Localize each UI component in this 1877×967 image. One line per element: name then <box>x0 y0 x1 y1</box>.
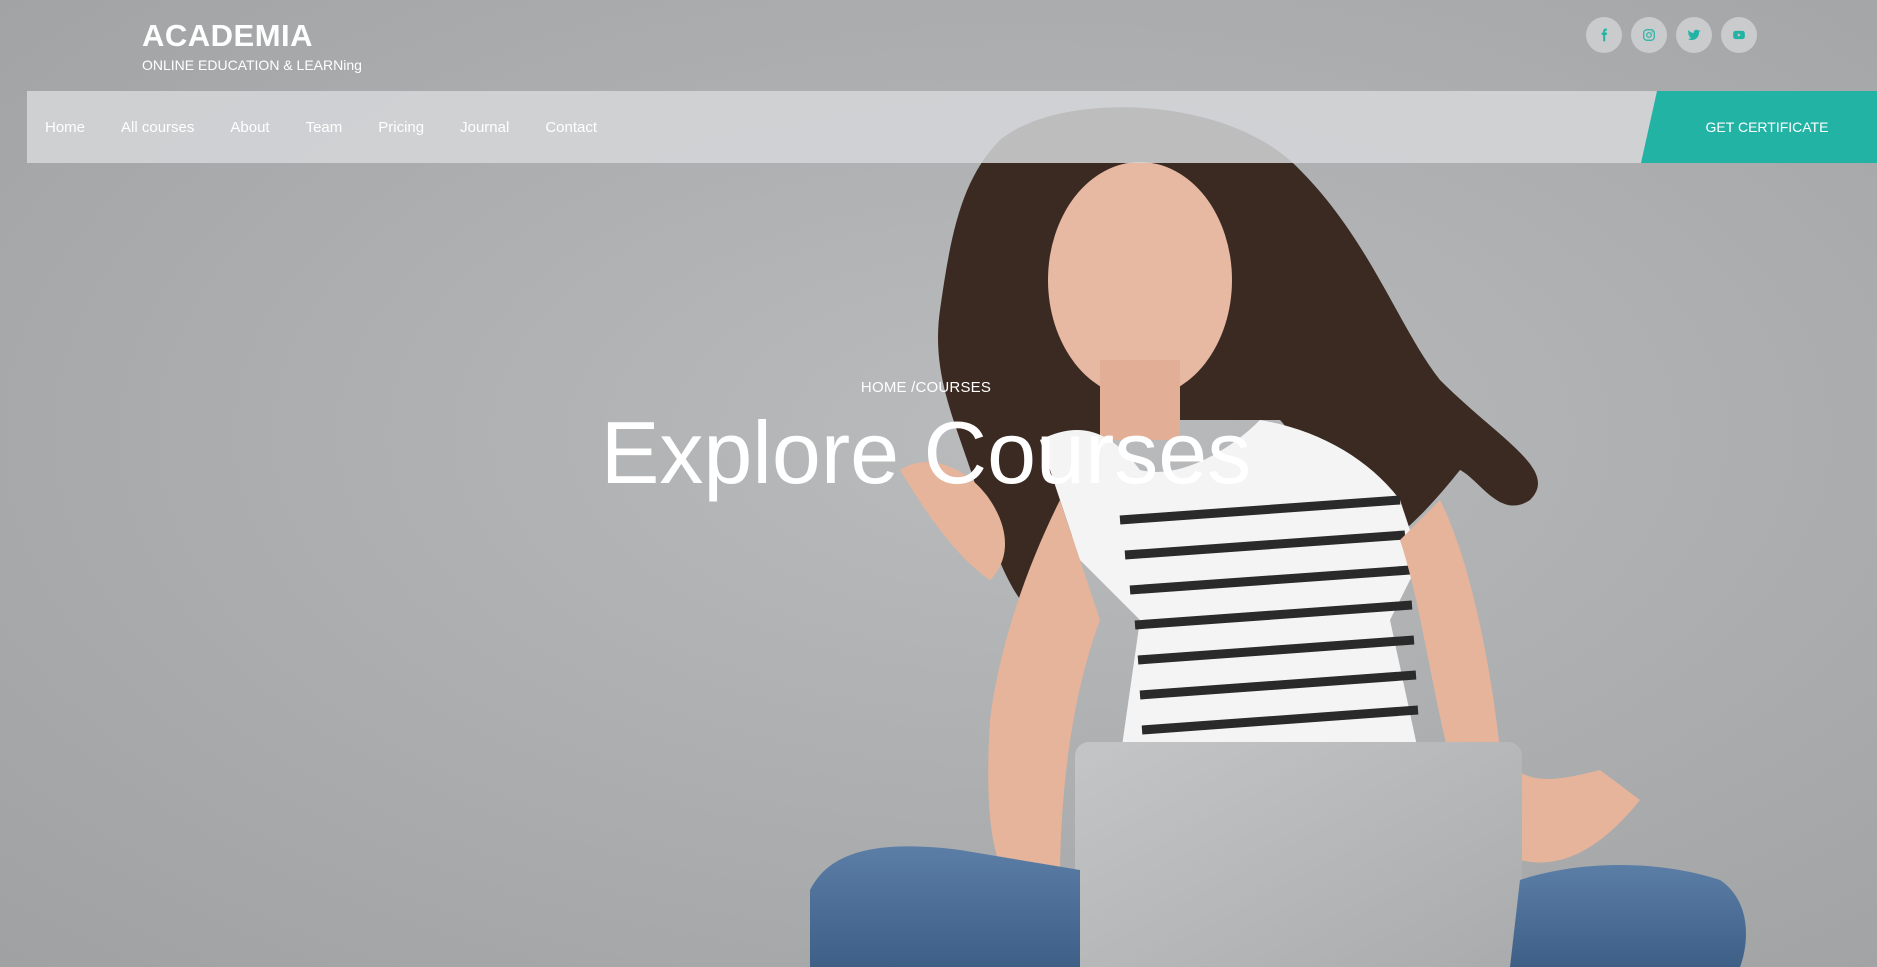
nav-item-team[interactable]: Team <box>306 119 343 136</box>
breadcrumb: HOME /COURSES <box>0 379 1852 396</box>
get-certificate-button[interactable]: GET CERTIFICATE <box>1641 91 1877 163</box>
site-tagline: ONLINE EDUCATION & LEARNing <box>142 57 362 73</box>
instagram-icon <box>1643 29 1655 41</box>
youtube-button[interactable] <box>1721 17 1757 53</box>
site-logo-title[interactable]: ACADEMIA <box>142 18 362 54</box>
facebook-icon <box>1601 28 1608 42</box>
main-navbar: Home All courses About Team Pricing Jour… <box>27 91 1877 163</box>
brand[interactable]: ACADEMIA ONLINE EDUCATION & LEARNing <box>142 18 362 74</box>
breadcrumb-current: COURSES <box>915 379 992 396</box>
twitter-button[interactable] <box>1676 17 1712 53</box>
social-links <box>1586 17 1757 53</box>
nav-item-pricing[interactable]: Pricing <box>378 119 424 136</box>
nav-item-home[interactable]: Home <box>45 119 85 136</box>
nav-item-contact[interactable]: Contact <box>545 119 597 136</box>
twitter-icon <box>1687 29 1701 41</box>
nav-menu: Home All courses About Team Pricing Jour… <box>45 91 597 163</box>
instagram-button[interactable] <box>1631 17 1667 53</box>
page-title: Explore Courses <box>600 403 1252 502</box>
facebook-button[interactable] <box>1586 17 1622 53</box>
nav-item-journal[interactable]: Journal <box>460 119 509 136</box>
nav-item-all-courses[interactable]: All courses <box>121 119 194 136</box>
hero-section: ACADEMIA ONLINE EDUCATION & LEARNing Hom… <box>0 0 1877 967</box>
nav-item-about[interactable]: About <box>230 119 269 136</box>
youtube-icon <box>1733 30 1745 40</box>
breadcrumb-home-link[interactable]: HOME <box>861 379 907 396</box>
